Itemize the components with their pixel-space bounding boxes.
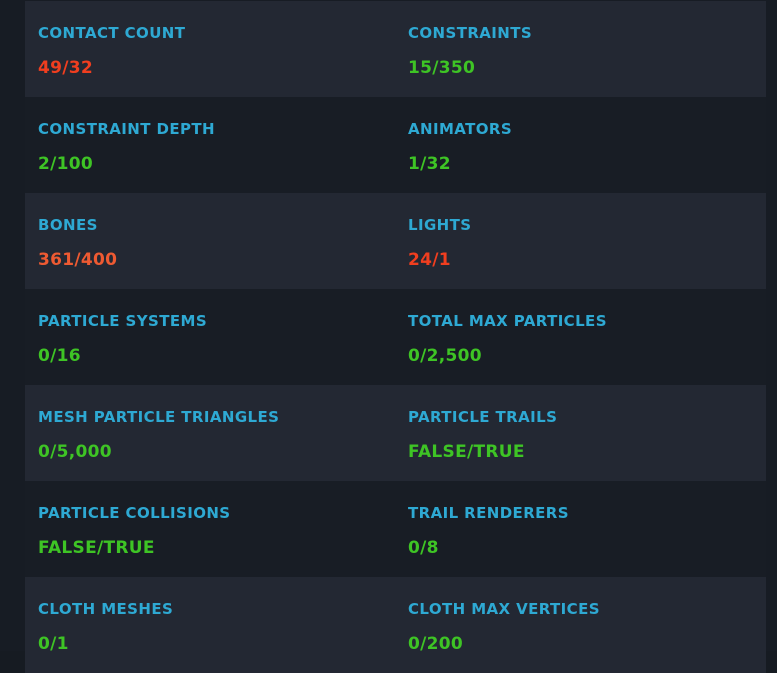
stat-value: FALSE/TRUE [38, 538, 155, 558]
stats-row-contacts: CONTACT COUNT 49/32 CONSTRAINTS 15/350 [25, 1, 766, 97]
stats-row-cloth: CLOTH MESHES 0/1 CLOTH MAX VERTICES 0/20… [25, 577, 766, 673]
stats-row-bones: BONES 361/400 LIGHTS 24/1 [25, 193, 766, 289]
stat-label: PARTICLE SYSTEMS [38, 312, 208, 330]
stat-label: CONSTRAINTS [408, 24, 533, 42]
stat-label: CONSTRAINT DEPTH [38, 120, 215, 138]
stat-label: MESH PARTICLE TRIANGLES [38, 408, 280, 426]
stat-value: 0/2,500 [408, 346, 482, 366]
stat-value: 15/350 [408, 58, 476, 78]
stat-label: PARTICLE COLLISIONS [38, 504, 231, 522]
stat-label: CLOTH MESHES [38, 600, 174, 618]
stat-value: 0/1 [38, 634, 69, 654]
stat-value: 0/16 [38, 346, 81, 366]
stat-value: 0/200 [408, 634, 464, 654]
stat-label: LIGHTS [408, 216, 472, 234]
stat-value: 0/8 [408, 538, 439, 558]
stat-value: 1/32 [408, 154, 451, 174]
stats-row-particle-collisions: PARTICLE COLLISIONS FALSE/TRUE TRAIL REN… [25, 481, 766, 577]
stat-label: CONTACT COUNT [38, 24, 186, 42]
stat-value: 2/100 [38, 154, 94, 174]
stat-value: 0/5,000 [38, 442, 112, 462]
stat-label: TOTAL MAX PARTICLES [408, 312, 607, 330]
stats-row-constraint-depth: CONSTRAINT DEPTH 2/100 ANIMATORS 1/32 [25, 97, 766, 193]
stats-row-particle-systems: PARTICLE SYSTEMS 0/16 TOTAL MAX PARTICLE… [25, 289, 766, 385]
stat-label: TRAIL RENDERERS [408, 504, 569, 522]
performance-stats-panel: CONTACT COUNT 49/32 CONSTRAINTS 15/350 C… [0, 0, 777, 673]
stat-label: BONES [38, 216, 98, 234]
stat-label: CLOTH MAX VERTICES [408, 600, 600, 618]
stat-value: FALSE/TRUE [408, 442, 525, 462]
stats-row-mesh-particles: MESH PARTICLE TRIANGLES 0/5,000 PARTICLE… [25, 385, 766, 481]
stat-value: 49/32 [38, 58, 94, 78]
stat-label: PARTICLE TRAILS [408, 408, 558, 426]
stat-label: ANIMATORS [408, 120, 513, 138]
stat-value: 24/1 [408, 250, 451, 270]
stat-value: 361/400 [38, 250, 118, 270]
